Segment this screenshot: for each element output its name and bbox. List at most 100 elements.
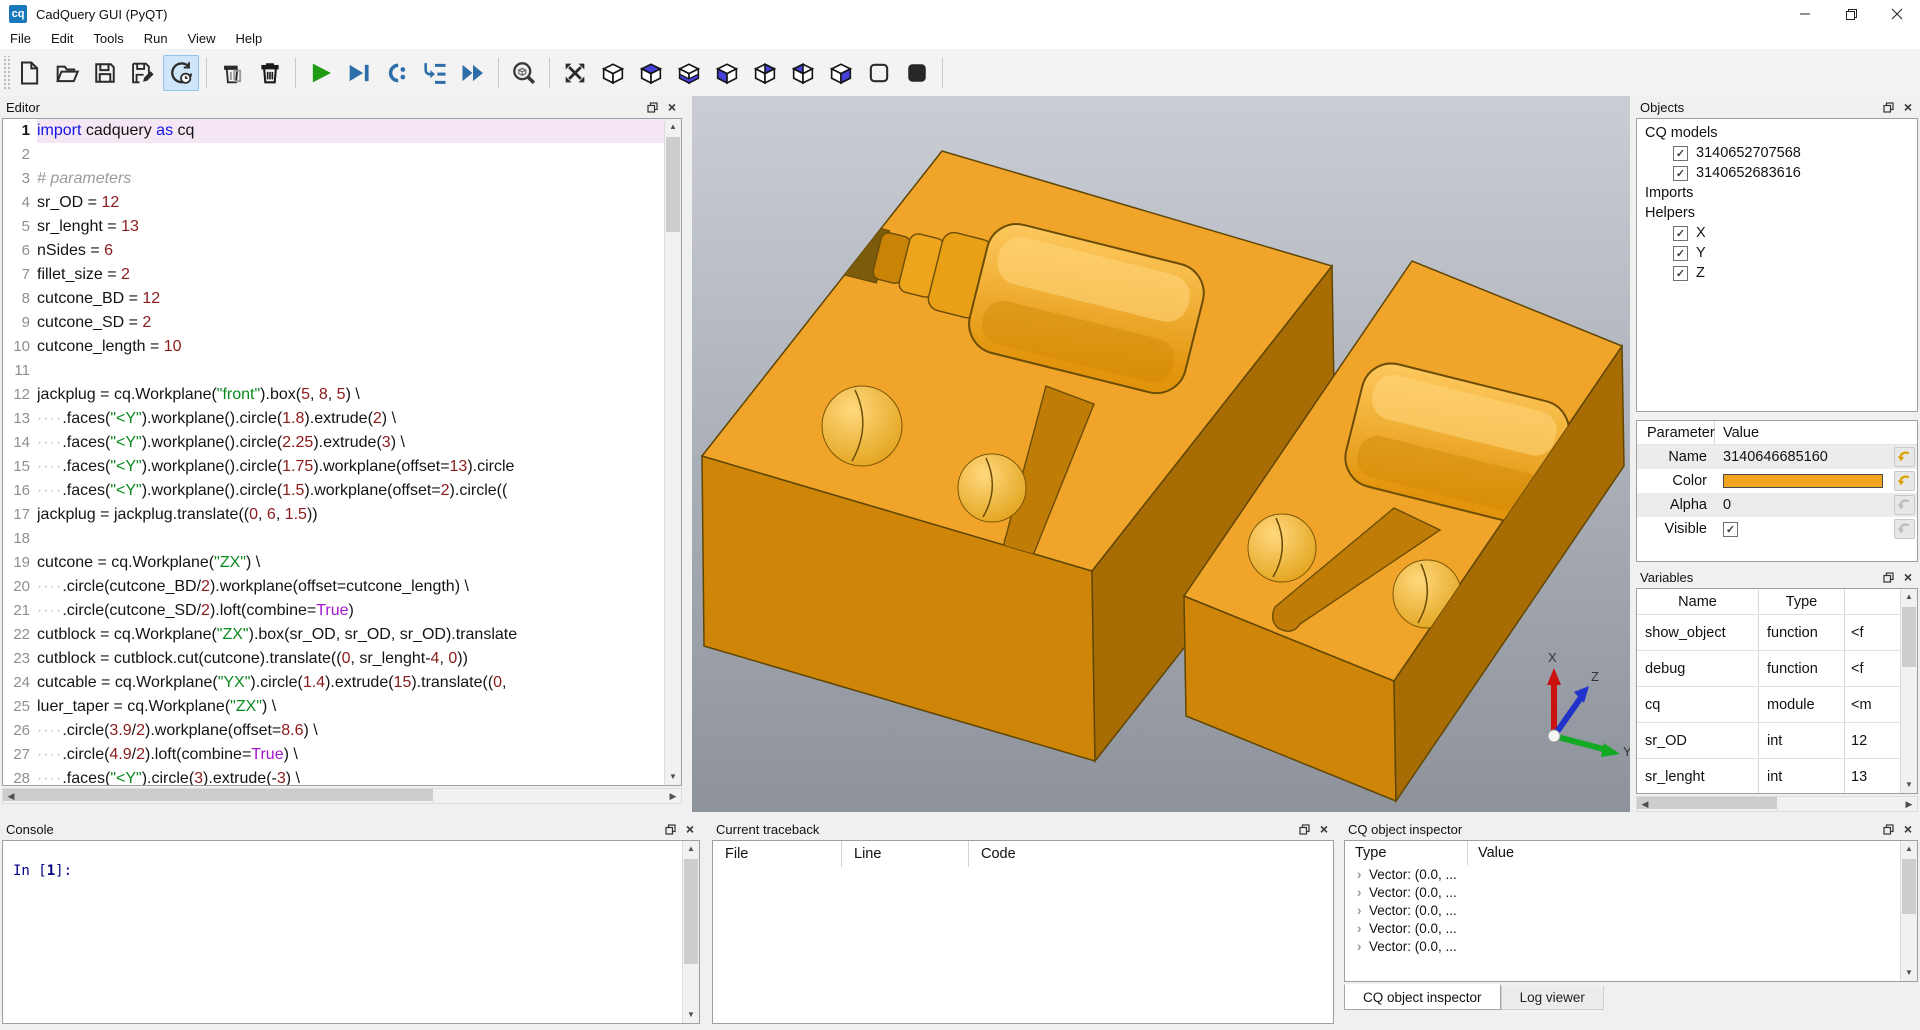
scrollbar-thumb[interactable] xyxy=(666,137,680,232)
inspector-row[interactable]: ›Vector: (0.0, ... xyxy=(1345,937,1917,955)
view-right-button[interactable] xyxy=(823,55,859,91)
variable-row[interactable]: show_objectfunction<f xyxy=(1637,615,1917,651)
toolbar-drag-handle[interactable] xyxy=(2,56,10,90)
scrollbar-thumb[interactable] xyxy=(1637,797,1777,809)
inspector-vertical-scrollbar[interactable]: ▲ ▼ xyxy=(1900,841,1917,981)
close-panel-icon[interactable]: × xyxy=(1904,100,1912,114)
scroll-down-icon[interactable]: ▼ xyxy=(1901,965,1917,981)
console-vertical-scrollbar[interactable]: ▲ ▼ xyxy=(682,841,699,1023)
float-panel-icon[interactable] xyxy=(1299,824,1310,835)
code-editor[interactable]: 1import cadquery as cq23# parameters4sr_… xyxy=(2,118,682,786)
scroll-up-icon[interactable]: ▲ xyxy=(1901,841,1917,857)
tree-group-cq-models[interactable]: CQ models xyxy=(1637,123,1917,143)
close-panel-icon[interactable]: × xyxy=(686,822,694,836)
save-button[interactable] xyxy=(87,55,123,91)
close-panel-icon[interactable]: × xyxy=(1904,570,1912,584)
variable-row[interactable]: debugfunction<f xyxy=(1637,651,1917,687)
code-line[interactable]: 21····.circle(cutcone_SD/2).loft(combine… xyxy=(3,599,664,623)
tree-item[interactable]: ✓3140652683616 xyxy=(1637,163,1917,183)
debug-button[interactable] xyxy=(341,55,377,91)
console-input-area[interactable]: In [1]: ▲ ▼ xyxy=(2,840,700,1024)
code-line[interactable]: 27····.circle(4.9/2).loft(combine=True) … xyxy=(3,743,664,767)
float-panel-icon[interactable] xyxy=(1883,572,1894,583)
scroll-left-icon[interactable]: ◀ xyxy=(1637,797,1653,811)
delete-all-button[interactable] xyxy=(252,55,288,91)
code-line[interactable]: 6nSides = 6 xyxy=(3,239,664,263)
scrollbar-thumb[interactable] xyxy=(1902,607,1916,667)
checkbox[interactable]: ✓ xyxy=(1673,246,1688,261)
code-line[interactable]: 17jackplug = jackplug.translate((0, 6, 1… xyxy=(3,503,664,527)
editor-vertical-scrollbar[interactable]: ▲ ▼ xyxy=(664,119,681,785)
open-file-button[interactable] xyxy=(49,55,85,91)
tab-log-viewer[interactable]: Log viewer xyxy=(1501,986,1604,1010)
3d-viewport[interactable]: X Z Y xyxy=(692,96,1630,812)
code-line[interactable]: 2 xyxy=(3,143,664,167)
code-line[interactable]: 3# parameters xyxy=(3,167,664,191)
tab-cq-object-inspector[interactable]: CQ object inspector xyxy=(1344,984,1501,1010)
menu-run[interactable]: Run xyxy=(134,29,178,48)
code-line[interactable]: 8cutcone_BD = 12 xyxy=(3,287,664,311)
float-panel-icon[interactable] xyxy=(1883,102,1894,113)
scroll-down-icon[interactable]: ▼ xyxy=(665,769,681,785)
save-as-button[interactable] xyxy=(125,55,161,91)
checkbox[interactable]: ✓ xyxy=(1673,146,1688,161)
run-button[interactable] xyxy=(303,55,339,91)
checkbox[interactable]: ✓ xyxy=(1673,266,1688,281)
tree-group-helpers[interactable]: Helpers xyxy=(1637,203,1917,223)
zoom-to-fit-button[interactable] xyxy=(506,55,542,91)
property-value[interactable]: 0 xyxy=(1715,497,1891,513)
view-front-button[interactable] xyxy=(709,55,745,91)
variable-row[interactable]: sr_lenghtint13 xyxy=(1637,759,1917,794)
code-line[interactable]: 26····.circle(3.9/2).workplane(offset=8.… xyxy=(3,719,664,743)
minimize-button[interactable] xyxy=(1782,0,1828,28)
close-panel-icon[interactable]: × xyxy=(1904,822,1912,836)
scroll-down-icon[interactable]: ▼ xyxy=(683,1007,699,1023)
code-line[interactable]: 28····.faces("<Y").circle(3).extrude(-3)… xyxy=(3,767,664,785)
code-line[interactable]: 20····.circle(cutcone_BD/2).workplane(of… xyxy=(3,575,664,599)
editor-horizontal-scrollbar[interactable]: ◀ ▶ xyxy=(2,788,682,804)
code-line[interactable]: 7fillet_size = 2 xyxy=(3,263,664,287)
close-panel-icon[interactable]: × xyxy=(1320,822,1328,836)
reload-button[interactable] xyxy=(163,55,199,91)
shaded-toggle-button[interactable] xyxy=(899,55,935,91)
scroll-up-icon[interactable]: ▲ xyxy=(683,841,699,857)
code-line[interactable]: 19cutcone = cq.Workplane("ZX") \ xyxy=(3,551,664,575)
expand-chevron-icon[interactable]: › xyxy=(1345,885,1365,900)
variable-row[interactable]: sr_ODint12 xyxy=(1637,723,1917,759)
inspector-row[interactable]: ›Vector: (0.0, ... xyxy=(1345,901,1917,919)
property-value[interactable] xyxy=(1715,474,1891,488)
restore-button[interactable] xyxy=(1828,0,1874,28)
close-panel-icon[interactable]: × xyxy=(668,100,676,114)
scrollbar-thumb[interactable] xyxy=(3,789,433,801)
code-line[interactable]: 25luer_taper = cq.Workplane("ZX") \ xyxy=(3,695,664,719)
code-line[interactable]: 10cutcone_length = 10 xyxy=(3,335,664,359)
fit-all-button[interactable] xyxy=(557,55,593,91)
property-value[interactable]: ✓ xyxy=(1715,522,1891,537)
expand-chevron-icon[interactable]: › xyxy=(1345,867,1365,882)
code-line[interactable]: 11 xyxy=(3,359,664,383)
scroll-right-icon[interactable]: ▶ xyxy=(665,789,681,803)
view-top-button[interactable] xyxy=(633,55,669,91)
step-over-button[interactable] xyxy=(379,55,415,91)
close-button[interactable] xyxy=(1874,0,1920,28)
property-value[interactable]: 3140646685160 xyxy=(1715,449,1891,465)
code-line[interactable]: 23cutblock = cutblock.cut(cutcone).trans… xyxy=(3,647,664,671)
view-left-button[interactable] xyxy=(785,55,821,91)
delete-faded-button[interactable] xyxy=(214,55,250,91)
code-line[interactable]: 22cutblock = cq.Workplane("ZX").box(sr_O… xyxy=(3,623,664,647)
code-line[interactable]: 14····.faces("<Y").workplane().circle(2.… xyxy=(3,431,664,455)
code-line[interactable]: 1import cadquery as cq xyxy=(3,119,664,143)
tree-group-imports[interactable]: Imports xyxy=(1637,183,1917,203)
scrollbar-thumb[interactable] xyxy=(1902,859,1916,914)
expand-chevron-icon[interactable]: › xyxy=(1345,939,1365,954)
code-line[interactable]: 24cutcable = cq.Workplane("YX").circle(1… xyxy=(3,671,664,695)
menu-view[interactable]: View xyxy=(178,29,226,48)
view-bottom-button[interactable] xyxy=(671,55,707,91)
wireframe-toggle-button[interactable] xyxy=(861,55,897,91)
code-line[interactable]: 16····.faces("<Y").workplane().circle(1.… xyxy=(3,479,664,503)
code-line[interactable]: 15····.faces("<Y").workplane().circle(1.… xyxy=(3,455,664,479)
scroll-right-icon[interactable]: ▶ xyxy=(1901,797,1917,811)
variable-row[interactable]: cqmodule<m xyxy=(1637,687,1917,723)
tree-item[interactable]: ✓Z xyxy=(1637,263,1917,283)
menu-edit[interactable]: Edit xyxy=(41,29,83,48)
